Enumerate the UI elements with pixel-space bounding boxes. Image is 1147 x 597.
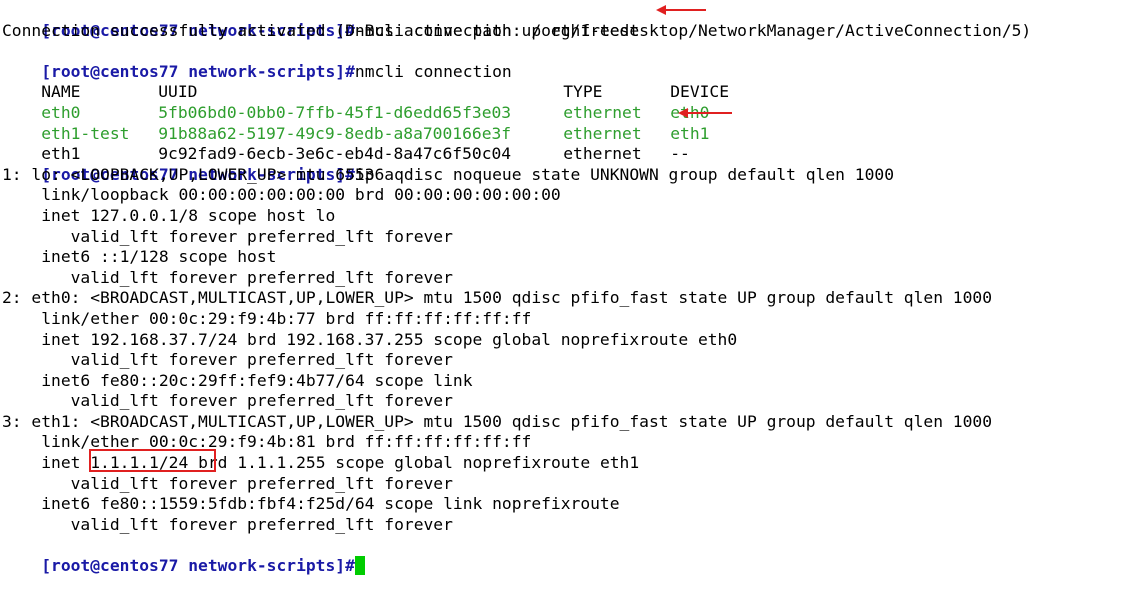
ip-output-line: 1: lo: <LOOPBACK,UP,LOWER_UP> mtu 65536 … xyxy=(2,164,894,184)
connection-type: ethernet xyxy=(563,144,642,164)
connection-type: ethernet xyxy=(563,102,642,122)
header-name: NAME xyxy=(41,82,81,102)
connection-device: eth1 xyxy=(670,123,710,143)
ip-output-line: 2: eth0: <BROADCAST,MULTICAST,UP,LOWER_U… xyxy=(2,288,993,308)
command-line: [root@centos77 network-scripts]#nmcli co… xyxy=(2,41,1147,81)
connection-name: eth1-test xyxy=(41,123,130,143)
connection-uuid: 91b88a62-5197-49c9-8edb-a8a700166e3f xyxy=(158,123,512,143)
shell-prompt: [root@centos77 network-scripts]# xyxy=(41,61,355,81)
ip-output-line: inet 192.168.37.7/24 brd 192.168.37.255 … xyxy=(2,329,738,349)
output-line: Connection successfully activated (D-Bus… xyxy=(2,20,1032,40)
ip-output-line: inet6 fe80::20c:29ff:fef9:4b77/64 scope … xyxy=(2,370,473,390)
header-device: DEVICE xyxy=(670,82,730,102)
ip-output-line: valid_lft forever preferred_lft forever xyxy=(2,226,453,246)
ip-output-line: 3: eth1: <BROADCAST,MULTICAST,UP,LOWER_U… xyxy=(2,411,993,431)
connection-name: eth0 xyxy=(41,102,81,122)
connection-name: eth1 xyxy=(41,144,81,164)
ip-output-line: inet 127.0.0.1/8 scope host lo xyxy=(2,205,336,225)
ip-output-line: inet6 fe80::1559:5fdb:fbf4:f25d/64 scope… xyxy=(2,494,620,514)
inet-prefix: inet xyxy=(2,453,91,473)
ip-output-line: valid_lft forever preferred_lft forever xyxy=(2,514,453,534)
ip-highlight-box xyxy=(89,449,216,472)
connection-device: -- xyxy=(670,144,690,164)
ip-output-line: inet6 ::1/128 scope host xyxy=(2,247,277,267)
ip-output-line: link/loopback 00:00:00:00:00:00 brd 00:0… xyxy=(2,185,561,205)
connection-type: ethernet xyxy=(563,123,642,143)
text-cursor xyxy=(354,556,365,576)
annotation-arrow-icon xyxy=(656,5,706,15)
connection-uuid: 9c92fad9-6ecb-3e6c-eb4d-8a47c6f50c04 xyxy=(158,144,512,164)
ip-output-line: valid_lft forever preferred_lft forever xyxy=(2,267,453,287)
command-line: [root@centos77 network-scripts]#nmcli co… xyxy=(2,0,1147,40)
header-uuid: UUID xyxy=(158,82,198,102)
command-text: nmcli connection xyxy=(354,61,512,81)
header-type: TYPE xyxy=(563,82,603,102)
shell-prompt: [root@centos77 network-scripts]# xyxy=(41,556,355,576)
ip-output-line: valid_lft forever preferred_lft forever xyxy=(2,473,453,493)
ip-output-line: valid_lft forever preferred_lft forever xyxy=(2,350,453,370)
ip-output-line: valid_lft forever preferred_lft forever xyxy=(2,391,453,411)
inet-suffix: brd 1.1.1.255 scope global noprefixroute… xyxy=(188,453,640,473)
connection-uuid: 5fb06bd0-0bb0-7ffb-45f1-d6edd65f3e03 xyxy=(158,102,512,122)
current-command-line[interactable]: [root@centos77 network-scripts]# xyxy=(2,535,1147,576)
annotation-arrow-icon xyxy=(678,108,732,118)
ip-output-line: link/ether 00:0c:29:f9:4b:77 brd ff:ff:f… xyxy=(2,308,532,328)
